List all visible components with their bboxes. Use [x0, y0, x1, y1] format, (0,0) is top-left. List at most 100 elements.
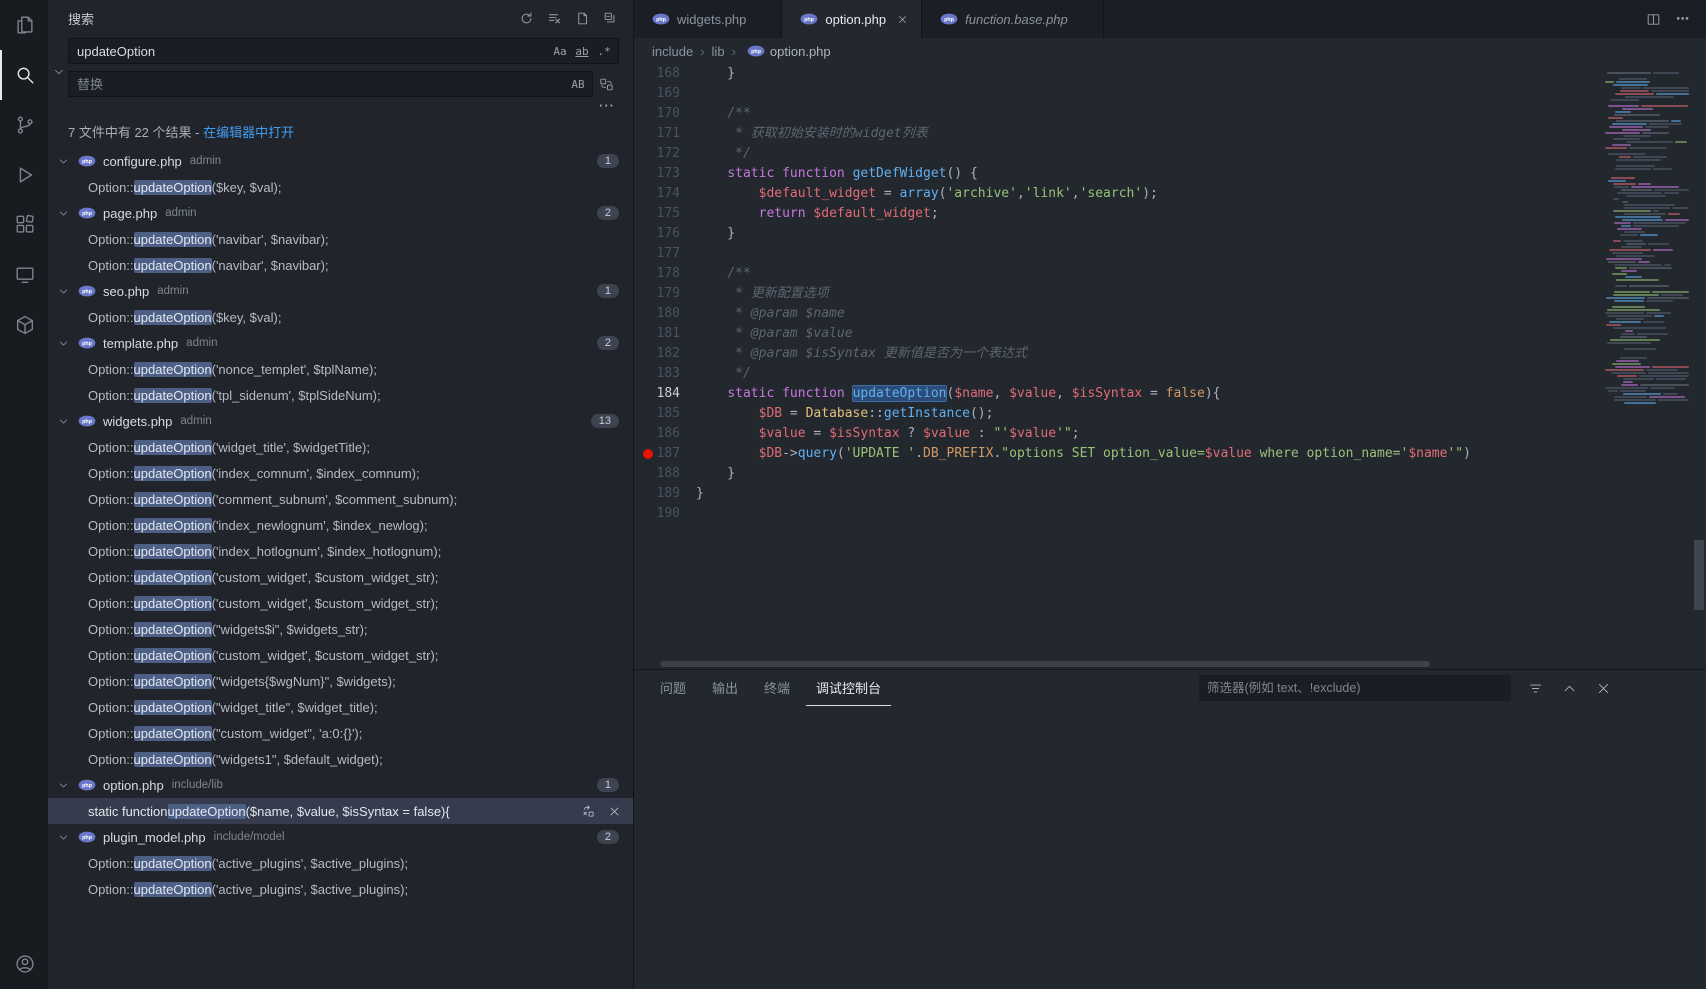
chevron-down-icon[interactable] [58, 208, 74, 219]
accounts-activity-button[interactable] [0, 939, 48, 989]
search-result-match-row[interactable]: Option::updateOption('index_newlognum', … [48, 512, 633, 538]
search-result-match-row[interactable]: static function updateOption($name, $val… [48, 798, 633, 824]
tab-function-base[interactable]: phpfunction.base.php [922, 0, 1104, 38]
code-line[interactable]: 176 } [634, 224, 1600, 244]
search-result-match-row[interactable]: Option::updateOption('index_hotlognum', … [48, 538, 633, 564]
code-line[interactable]: 173 static function getDefWidget() { [634, 164, 1600, 184]
code-line[interactable]: 178 /** [634, 264, 1600, 284]
code-line[interactable]: 182 * @param $isSyntax 更新值是否为一个表达式 [634, 344, 1600, 364]
gutter[interactable]: 177 [634, 244, 696, 264]
tab-widgets[interactable]: phpwidgets.php [634, 0, 782, 38]
search-result-match-row[interactable]: Option::updateOption('index_comnum', $in… [48, 460, 633, 486]
code-text[interactable]: } [696, 64, 1600, 84]
remote-explorer-activity-button[interactable] [0, 250, 48, 300]
code-text[interactable] [696, 244, 1600, 264]
gutter[interactable]: 171 [634, 124, 696, 144]
clear-search-results-button[interactable] [543, 7, 565, 29]
search-result-match-row[interactable]: Option::updateOption('navibar', $navibar… [48, 252, 633, 278]
code-text[interactable]: */ [696, 364, 1600, 384]
code-line[interactable]: 169 [634, 84, 1600, 104]
code-text[interactable]: $value = $isSyntax ? $value : "'$value'"… [696, 424, 1600, 444]
search-result-match-row[interactable]: Option::updateOption('nonce_templet', $t… [48, 356, 633, 382]
replace-match-button[interactable] [579, 802, 597, 820]
gutter[interactable]: 183 [634, 364, 696, 384]
code-text[interactable]: $default_widget = array('archive','link'… [696, 184, 1600, 204]
search-result-match-row[interactable]: Option::updateOption("widget_title", $wi… [48, 694, 633, 720]
code-text[interactable]: } [696, 484, 1600, 504]
gutter[interactable]: 187 [634, 444, 696, 464]
use-regex-toggle[interactable]: .* [594, 41, 614, 61]
code-text[interactable]: */ [696, 144, 1600, 164]
search-result-match-row[interactable]: Option::updateOption('custom_widget', $c… [48, 564, 633, 590]
search-result-file-row[interactable]: phpplugin_model.phpinclude/model2 [48, 824, 633, 850]
gutter[interactable]: 173 [634, 164, 696, 184]
chevron-down-icon[interactable] [58, 156, 74, 167]
code-text[interactable]: * @param $value [696, 324, 1600, 344]
search-result-file-row[interactable]: phpconfigure.phpadmin1 [48, 148, 633, 174]
source-control-activity-button[interactable] [0, 100, 48, 150]
gutter[interactable]: 190 [634, 504, 696, 524]
toggle-search-details-button[interactable]: ··· [599, 98, 615, 113]
refresh-button[interactable] [515, 7, 537, 29]
editor-more-actions-button[interactable]: ⋯ [1672, 8, 1694, 30]
minimap[interactable] [1600, 64, 1692, 659]
horizontal-scrollbar[interactable] [634, 659, 1706, 669]
search-result-match-row[interactable]: Option::updateOption($key, $val); [48, 174, 633, 200]
gutter[interactable]: 188 [634, 464, 696, 484]
code-line[interactable]: 181 * @param $value [634, 324, 1600, 344]
code-line[interactable]: 189} [634, 484, 1600, 504]
search-result-match-row[interactable]: Option::updateOption("widgets{$wgNum}", … [48, 668, 633, 694]
search-result-file-row[interactable]: phptemplate.phpadmin2 [48, 330, 633, 356]
gutter[interactable]: 169 [634, 84, 696, 104]
code-line[interactable]: 175 return $default_widget; [634, 204, 1600, 224]
code-text[interactable] [696, 504, 1600, 524]
match-whole-word-toggle[interactable]: ab [572, 41, 592, 61]
search-result-match-row[interactable]: Option::updateOption("custom_widget", 'a… [48, 720, 633, 746]
filter-options-button[interactable] [1524, 677, 1546, 699]
code-editor[interactable]: 168 }169170 /**171 * 获取初始安装时的widget列表172… [634, 64, 1600, 659]
gutter[interactable]: 189 [634, 484, 696, 504]
search-result-match-row[interactable]: Option::updateOption('custom_widget', $c… [48, 642, 633, 668]
gutter[interactable]: 176 [634, 224, 696, 244]
search-result-file-row[interactable]: phpwidgets.phpadmin13 [48, 408, 633, 434]
gutter[interactable]: 185 [634, 404, 696, 424]
gutter[interactable]: 179 [634, 284, 696, 304]
gutter[interactable]: 175 [634, 204, 696, 224]
chevron-down-icon[interactable] [58, 832, 74, 843]
maximize-panel-button[interactable] [1558, 677, 1580, 699]
code-line[interactable]: 190 [634, 504, 1600, 524]
breadcrumb-item[interactable]: phpoption.php [743, 44, 831, 59]
code-line[interactable]: 183 */ [634, 364, 1600, 384]
chevron-down-icon[interactable] [58, 416, 74, 427]
open-new-search-editor-button[interactable] [571, 7, 593, 29]
split-editor-button[interactable] [1642, 8, 1664, 30]
search-result-file-row[interactable]: phpseo.phpadmin1 [48, 278, 633, 304]
gutter[interactable]: 170 [634, 104, 696, 124]
dismiss-match-button[interactable] [605, 802, 623, 820]
code-line[interactable]: 170 /** [634, 104, 1600, 124]
code-text[interactable]: /** [696, 104, 1600, 124]
search-result-match-row[interactable]: Option::updateOption('comment_subnum', $… [48, 486, 633, 512]
code-line[interactable]: 187 $DB->query('UPDATE '.DB_PREFIX."opti… [634, 444, 1600, 464]
code-line[interactable]: 172 */ [634, 144, 1600, 164]
code-text[interactable]: } [696, 224, 1600, 244]
code-text[interactable]: static function updateOption($name, $val… [696, 384, 1600, 404]
panel-tab-output[interactable]: 输出 [702, 670, 748, 706]
gutter[interactable]: 182 [634, 344, 696, 364]
search-result-match-row[interactable]: Option::updateOption("widgets1", $defaul… [48, 746, 633, 772]
code-line[interactable]: 188 } [634, 464, 1600, 484]
horizontal-scrollbar-thumb[interactable] [660, 661, 1430, 667]
debug-filter-input[interactable] [1207, 681, 1503, 695]
search-result-file-row[interactable]: phpoption.phpinclude/lib1 [48, 772, 633, 798]
code-line[interactable]: 179 * 更新配置选项 [634, 284, 1600, 304]
gutter[interactable]: 186 [634, 424, 696, 444]
code-text[interactable]: * @param $name [696, 304, 1600, 324]
search-result-match-row[interactable]: Option::updateOption("widgets$i", $widge… [48, 616, 633, 642]
search-result-match-row[interactable]: Option::updateOption('navibar', $navibar… [48, 226, 633, 252]
run-and-debug-activity-button[interactable] [0, 150, 48, 200]
breadcrumb-item[interactable]: include [652, 44, 693, 59]
search-result-match-row[interactable]: Option::updateOption('custom_widget', $c… [48, 590, 633, 616]
code-text[interactable]: * 获取初始安装时的widget列表 [696, 124, 1600, 144]
code-line[interactable]: 184 static function updateOption($name, … [634, 384, 1600, 404]
code-line[interactable]: 186 $value = $isSyntax ? $value : "'$val… [634, 424, 1600, 444]
